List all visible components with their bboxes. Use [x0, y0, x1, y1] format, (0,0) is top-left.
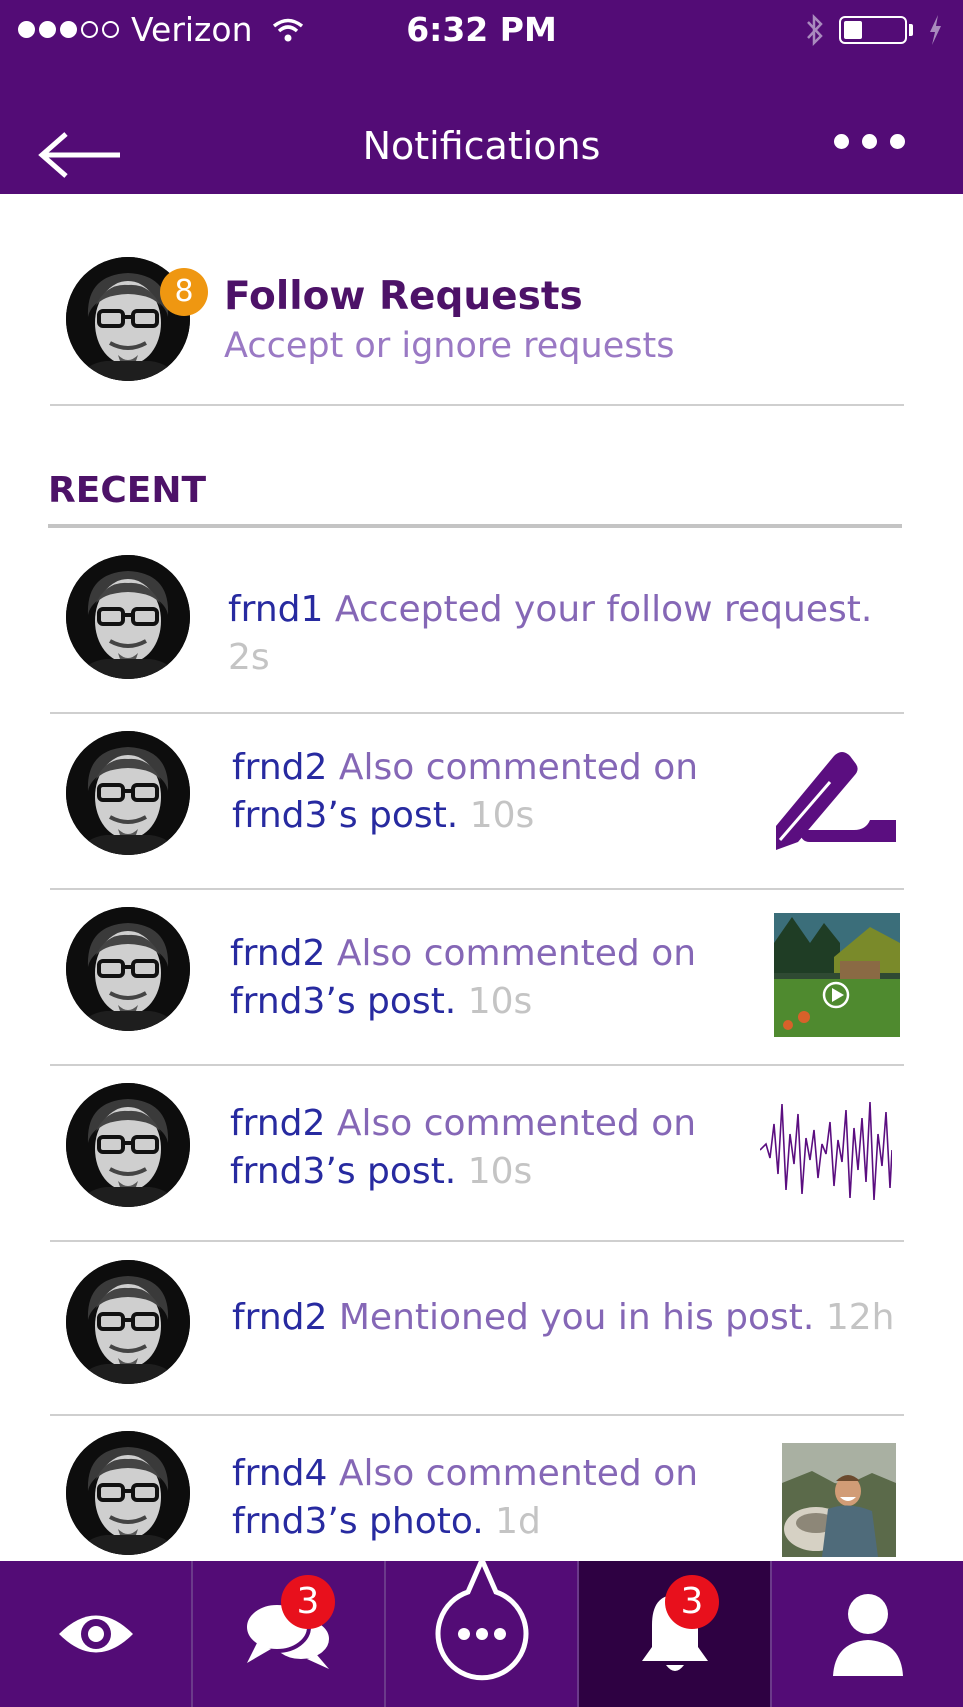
profile-icon	[832, 1594, 903, 1676]
status-bar: Verizon 6:32 PM	[0, 0, 963, 64]
notification-message: Accepted your follow request.	[334, 589, 873, 630]
notification-message: Also commented on	[338, 747, 699, 788]
app-header: Verizon 6:32 PM Notifications	[0, 0, 963, 194]
notification-item[interactable]: frnd1 Accepted your follow request. 2s	[0, 530, 963, 712]
notification-message: Mentioned you in his post.	[338, 1297, 815, 1338]
follow-requests-subtitle: Accept or ignore requests	[224, 326, 675, 366]
avatar	[66, 731, 190, 855]
notification-item[interactable]: frnd2 Also commented on frnd3’s post. 10…	[0, 1066, 963, 1240]
battery-icon	[839, 16, 907, 44]
notifications-count-badge: 3	[665, 1575, 719, 1629]
notification-message: Also commented on	[336, 933, 697, 974]
notification-post-ref[interactable]: frnd3’s photo.	[232, 1501, 484, 1542]
notification-username[interactable]: frnd4	[232, 1453, 327, 1494]
notification-item[interactable]: frnd2 Mentioned you in his post. 12h	[0, 1242, 963, 1414]
notification-time: 10s	[467, 1151, 533, 1192]
page-title: Notifications	[362, 124, 601, 168]
notification-message: Also commented on	[336, 1103, 697, 1144]
tab-messages[interactable]: 3	[193, 1561, 386, 1707]
avatar	[66, 1431, 190, 1555]
notification-item[interactable]: frnd2 Also commented on frnd3’s post. 10…	[0, 890, 963, 1064]
more-options-icon[interactable]	[834, 134, 905, 149]
divider	[50, 404, 904, 406]
notification-time: 12h	[825, 1297, 895, 1338]
notification-post-ref[interactable]: frnd3’s post.	[230, 1151, 456, 1192]
avatar	[66, 555, 190, 679]
notification-item[interactable]: frnd2 Also commented on frnd3’s post. 10…	[0, 714, 963, 888]
notification-username[interactable]: frnd2	[232, 747, 327, 788]
notification-post-ref[interactable]: frnd3’s post.	[230, 981, 456, 1022]
notification-time: 10s	[469, 795, 535, 836]
notification-time: 10s	[467, 981, 533, 1022]
notification-time: 2s	[228, 637, 270, 678]
tab-eye[interactable]	[0, 1561, 193, 1707]
compose-bubble-icon	[435, 1558, 528, 1681]
notification-time: 1d	[495, 1501, 541, 1542]
video-thumbnail[interactable]	[774, 913, 900, 1037]
avatar	[66, 907, 190, 1031]
follow-request-count-badge: 8	[160, 268, 208, 316]
notification-username[interactable]: frnd2	[230, 1103, 325, 1144]
audio-waveform[interactable]	[760, 1094, 892, 1206]
avatar	[66, 1260, 190, 1384]
tab-notifications[interactable]: 3	[579, 1561, 772, 1707]
tab-profile[interactable]	[772, 1561, 963, 1707]
notification-username[interactable]: frnd1	[228, 589, 323, 630]
charging-icon	[930, 15, 941, 45]
writing-hand-icon[interactable]	[770, 746, 896, 850]
notification-message: Also commented on	[338, 1453, 699, 1494]
notification-item[interactable]: frnd4 Also commented on frnd3’s photo. 1…	[0, 1416, 963, 1561]
section-divider	[48, 524, 902, 528]
notification-username[interactable]: frnd2	[232, 1297, 327, 1338]
eye-icon	[58, 1615, 133, 1653]
tab-compose[interactable]	[386, 1558, 579, 1707]
notification-username[interactable]: frnd2	[230, 933, 325, 974]
messages-count-badge: 3	[281, 1575, 335, 1629]
recent-section-label: RECENT	[48, 470, 207, 511]
photo-thumbnail[interactable]	[782, 1443, 896, 1557]
bluetooth-icon	[807, 13, 823, 47]
follow-requests-title: Follow Requests	[224, 274, 583, 319]
avatar	[66, 1083, 190, 1207]
bottom-tab-bar: 3 3	[0, 1558, 963, 1707]
notification-post-ref[interactable]: frnd3’s post.	[232, 795, 458, 836]
status-right	[805, 12, 943, 48]
